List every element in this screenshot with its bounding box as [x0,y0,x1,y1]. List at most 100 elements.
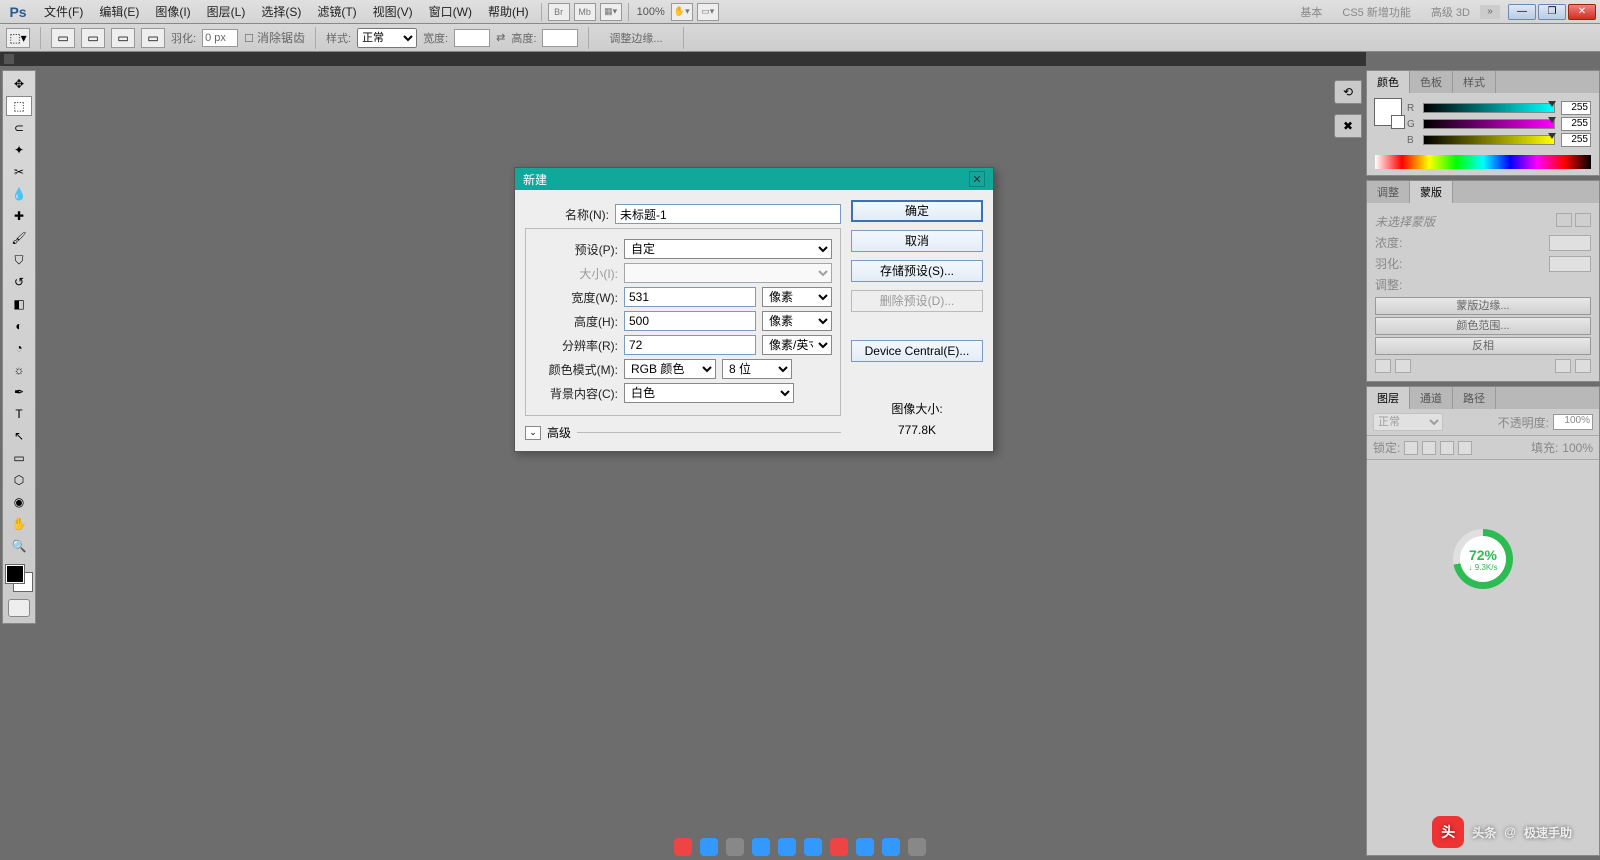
tab-channels[interactable]: 通道 [1410,387,1453,409]
style-select[interactable]: 正常 [357,28,417,48]
workspace-3d[interactable]: 高级 3D [1421,4,1480,20]
tab-color[interactable]: 颜色 [1367,71,1410,93]
swap-icon[interactable]: ⇄ [496,31,505,44]
eraser-tool-icon[interactable]: ◧ [6,294,32,314]
workspace-more-icon[interactable]: » [1480,5,1500,19]
zoom-tool-icon[interactable]: 🔍 [6,536,32,556]
pixel-mask-icon[interactable] [1556,213,1572,227]
slider-r[interactable] [1423,103,1555,113]
history-panel-icon[interactable]: ⟲ [1334,80,1362,104]
sel-sub-icon[interactable]: ▭ [111,28,135,48]
window-maximize-button[interactable]: ❐ [1538,4,1566,20]
refine-edge-button[interactable]: 调整边缘... [599,28,672,48]
tab-styles[interactable]: 样式 [1453,71,1496,93]
tray-icon[interactable] [674,838,692,856]
density-input[interactable] [1549,235,1591,251]
mask-edge-button[interactable]: 蒙版边缘... [1375,297,1591,315]
width-input[interactable] [454,29,490,47]
sel-new-icon[interactable]: ▭ [51,28,75,48]
lock-pixels-icon[interactable] [1422,441,1436,455]
3dcam-tool-icon[interactable]: ◉ [6,492,32,512]
tool-presets-icon[interactable]: ✖ [1334,114,1362,138]
dialog-close-button[interactable]: ✕ [969,171,985,187]
hand-icon[interactable]: ✋▾ [671,3,693,21]
eyedropper-tool-icon[interactable]: 💧 [6,184,32,204]
tab-swatches[interactable]: 色板 [1410,71,1453,93]
bridge-icon[interactable]: Br [548,3,570,21]
width-input-dlg[interactable] [624,287,756,307]
3d-tool-icon[interactable]: ⬡ [6,470,32,490]
slider-g[interactable] [1423,119,1555,129]
background-select[interactable]: 白色 [624,383,794,403]
window-close-button[interactable]: ✕ [1568,4,1596,20]
lasso-tool-icon[interactable]: ⊂ [6,118,32,138]
resolution-input[interactable] [624,335,756,355]
apply-mask-icon[interactable] [1395,359,1411,373]
window-minimize-button[interactable]: — [1508,4,1536,20]
menu-filter[interactable]: 滤镜(T) [309,0,364,24]
height-unit-select[interactable]: 像素 [762,311,832,331]
type-tool-icon[interactable]: T [6,404,32,424]
tray-icon[interactable] [700,838,718,856]
tab-layers[interactable]: 图层 [1367,387,1410,409]
menu-select[interactable]: 选择(S) [253,0,309,24]
heal-tool-icon[interactable]: ✚ [6,206,32,226]
load-sel-icon[interactable] [1375,359,1391,373]
height-input-dlg[interactable] [624,311,756,331]
dialog-titlebar[interactable]: 新建 ✕ [515,168,993,190]
height-input[interactable] [542,29,578,47]
opacity-input[interactable]: 100% [1553,414,1593,430]
extras-icon[interactable]: ▦▾ [600,3,622,21]
advanced-toggle-icon[interactable]: ⌄ [525,426,541,440]
shape-tool-icon[interactable]: ▭ [6,448,32,468]
antialias-checkbox[interactable]: ☐ 消除锯齿 [244,29,305,46]
foreground-swatch[interactable] [1375,99,1401,125]
wand-tool-icon[interactable]: ✦ [6,140,32,160]
menu-image[interactable]: 图像(I) [147,0,198,24]
menu-window[interactable]: 窗口(W) [421,0,480,24]
stamp-tool-icon[interactable]: ⛉ [6,250,32,270]
workspace-cs5new[interactable]: CS5 新增功能 [1332,4,1420,20]
feather-input[interactable] [202,29,238,47]
tray-icon[interactable] [856,838,874,856]
ok-button[interactable]: 确定 [851,200,983,222]
menu-help[interactable]: 帮助(H) [480,0,537,24]
lock-all-icon[interactable] [1458,441,1472,455]
lock-position-icon[interactable] [1440,441,1454,455]
bitdepth-select[interactable]: 8 位 [722,359,792,379]
tray-icon[interactable] [778,838,796,856]
hand-tool-icon[interactable]: ✋ [6,514,32,534]
tray-icon[interactable] [752,838,770,856]
tab-collapse-icon[interactable] [4,54,14,64]
quickmask-icon[interactable] [8,599,30,617]
crop-tool-icon[interactable]: ✂ [6,162,32,182]
tray-icon[interactable] [830,838,848,856]
move-tool-icon[interactable]: ✥ [6,74,32,94]
resolution-unit-select[interactable]: 像素/英寸 [762,335,832,355]
gradient-tool-icon[interactable]: ◐ [6,316,32,336]
preset-select[interactable]: 自定 [624,239,832,259]
vector-mask-icon[interactable] [1575,213,1591,227]
tray-icon[interactable] [908,838,926,856]
dodge-tool-icon[interactable]: ☼ [6,360,32,380]
colormode-select[interactable]: RGB 颜色 [624,359,716,379]
sel-int-icon[interactable]: ▭ [141,28,165,48]
tray-icon[interactable] [804,838,822,856]
tray-icon[interactable] [882,838,900,856]
fill-input[interactable]: 100% [1562,441,1593,455]
save-preset-button[interactable]: 存储预设(S)... [851,260,983,282]
history-brush-tool-icon[interactable]: ↺ [6,272,32,292]
menu-view[interactable]: 视图(V) [365,0,421,24]
blend-mode-select[interactable]: 正常 [1373,413,1443,431]
tab-paths[interactable]: 路径 [1453,387,1496,409]
slider-b[interactable] [1423,135,1555,145]
color-swatches[interactable] [6,565,32,591]
feather-mask-input[interactable] [1549,256,1591,272]
sel-add-icon[interactable]: ▭ [81,28,105,48]
color-range-button[interactable]: 颜色范围... [1375,317,1591,335]
zoom-level[interactable]: 100% [633,6,669,18]
disable-mask-icon[interactable] [1555,359,1571,373]
workspace-essentials[interactable]: 基本 [1290,4,1332,20]
cancel-button[interactable]: 取消 [851,230,983,252]
path-tool-icon[interactable]: ↖ [6,426,32,446]
